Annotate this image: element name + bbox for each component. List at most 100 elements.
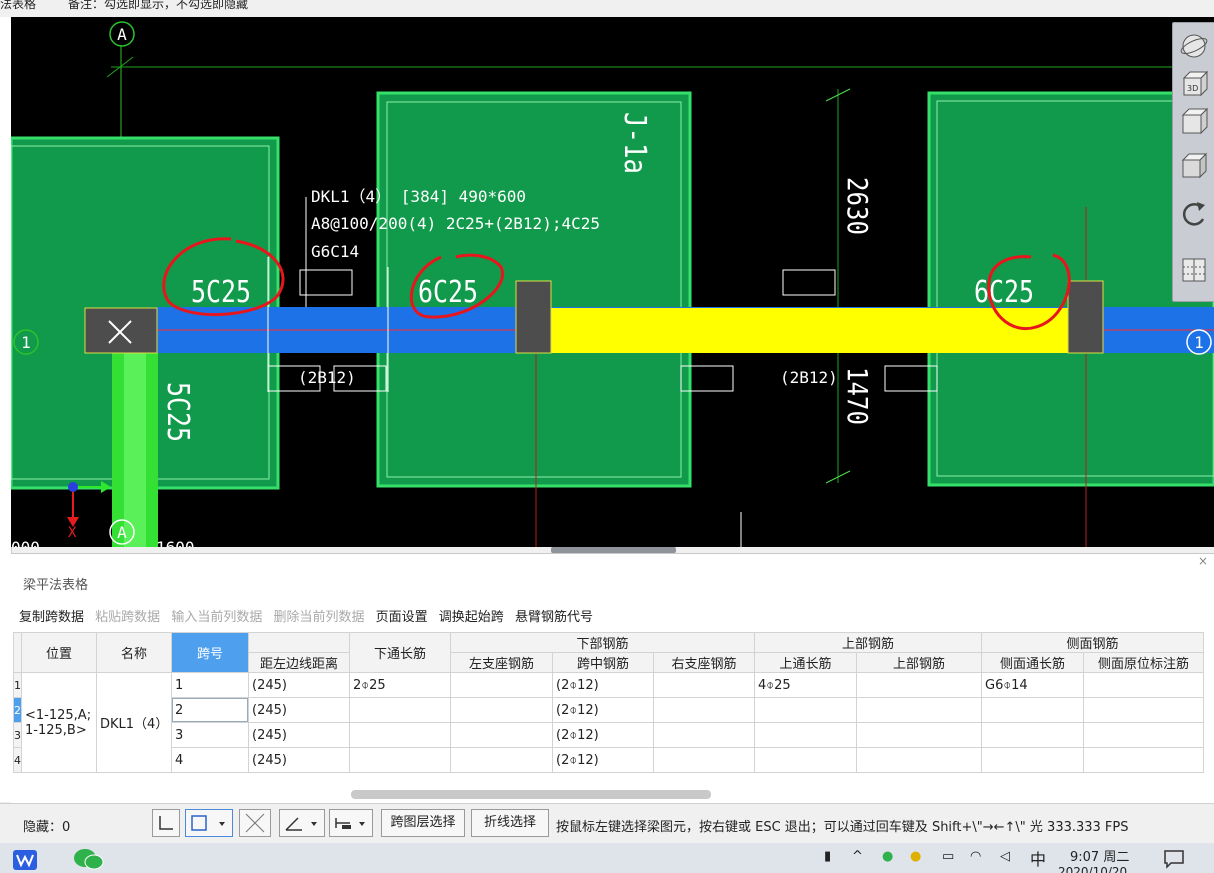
cell-right-support[interactable]	[653, 697, 755, 723]
orbit-icon[interactable]	[1179, 31, 1209, 61]
close-icon[interactable]: ×	[1198, 554, 1208, 568]
column-middle[interactable]	[515, 280, 552, 354]
ortho-mode-icon[interactable]	[152, 809, 180, 837]
cell-span[interactable]: 1	[171, 672, 249, 698]
bottom-dimension-a: 000	[11, 538, 40, 547]
cantilever-code-button[interactable]: 悬臂钢筋代号	[515, 610, 593, 625]
rebar-label-vertical: 5C25	[160, 382, 195, 442]
angle-snap-dropdown[interactable]	[279, 809, 325, 837]
cell-span[interactable]: 3	[171, 722, 249, 748]
volume-icon[interactable]: ◁	[1000, 849, 1010, 864]
cell-name[interactable]: DKL1（4）	[96, 672, 172, 773]
header-span[interactable]: 跨号	[171, 632, 249, 673]
cell-side-original[interactable]	[1083, 672, 1204, 698]
cell-side-original[interactable]	[1083, 722, 1204, 748]
panel-toolbar: 复制跨数据 粘贴跨数据 输入当前列数据 删除当前列数据 页面设置 调换起始跨 悬…	[19, 606, 600, 625]
grid-view-icon[interactable]	[1179, 255, 1209, 285]
cell-side-through[interactable]	[981, 747, 1084, 773]
cell-side-original[interactable]	[1083, 747, 1204, 773]
header-side-rebar: 侧面钢筋	[981, 632, 1204, 653]
cell-bottom-through[interactable]: 2⌽25	[349, 672, 451, 698]
cell-bottom-through[interactable]	[349, 747, 451, 773]
cell-distance[interactable]: (245)	[248, 697, 350, 723]
cell-right-support[interactable]	[653, 722, 755, 748]
cell-upper-rebar[interactable]	[856, 747, 982, 773]
cell-right-support[interactable]	[653, 672, 755, 698]
beam-span-selected[interactable]	[534, 308, 1085, 353]
cell-left-support[interactable]	[450, 697, 553, 723]
row-number[interactable]: 3	[13, 722, 22, 748]
hidden-count: 隐藏：0	[23, 820, 71, 835]
notification-icon[interactable]	[1163, 849, 1185, 869]
rotate-icon[interactable]	[1179, 199, 1209, 229]
cell-upper-through[interactable]	[754, 697, 857, 723]
cell-bottom-through[interactable]	[349, 722, 451, 748]
cube-view-icon[interactable]	[1179, 151, 1209, 181]
cell-upper-through[interactable]	[754, 747, 857, 773]
row-number[interactable]: 1	[13, 672, 22, 698]
copy-span-button[interactable]: 复制跨数据	[19, 610, 84, 625]
wechat-tray-icon[interactable]: ●	[882, 849, 893, 864]
horizontal-scrollbar[interactable]	[351, 790, 711, 799]
view-3d-icon[interactable]: 3D	[1179, 69, 1209, 99]
clock-time[interactable]: 9:07 周二	[1070, 846, 1129, 865]
cross-select-icon[interactable]	[239, 809, 271, 837]
delete-column-button[interactable]: 删除当前列数据	[273, 610, 364, 625]
row-number[interactable]: 2	[13, 697, 22, 723]
cell-upper-through[interactable]: 4⌽25	[754, 672, 857, 698]
cell-right-support[interactable]	[653, 747, 755, 773]
chevron-up-icon[interactable]: ^	[852, 849, 863, 864]
cad-drawing-canvas[interactable]: A A 1 1 DKL1（4） [384] 490*600 A8@100/200…	[11, 17, 1214, 547]
paste-span-button[interactable]: 粘贴跨数据	[95, 610, 160, 625]
column-left[interactable]	[84, 307, 158, 354]
cell-upper-through[interactable]	[754, 722, 857, 748]
clock-date[interactable]: 2020/10/20	[1058, 865, 1127, 873]
table-row[interactable]: 1 <1-125,A;1-125,B> DKL1（4） 1 (245) 2⌽25…	[13, 672, 1204, 773]
svg-text:1: 1	[21, 333, 31, 352]
page-setup-button[interactable]: 页面设置	[376, 610, 428, 625]
cell-side-through[interactable]	[981, 697, 1084, 723]
wechat-icon[interactable]	[72, 847, 106, 871]
cell-upper-rebar[interactable]	[856, 672, 982, 698]
cell-side-through[interactable]: G6⌽14	[981, 672, 1084, 698]
cell-mid-span[interactable]: (2⌽12)	[552, 747, 654, 773]
cross-layer-select-button[interactable]: 跨图层选择	[381, 809, 465, 837]
row-number[interactable]: 4	[13, 747, 22, 773]
table-row[interactable]: 4 4 (245) (2⌽12)	[13, 747, 1204, 773]
cell-upper-rebar[interactable]	[856, 697, 982, 723]
table-row[interactable]: 3 3 (245) (2⌽12)	[13, 722, 1204, 748]
cell-span[interactable]: 2	[171, 697, 249, 723]
cell-distance[interactable]: (245)	[248, 747, 350, 773]
cell-mid-span[interactable]: (2⌽12)	[552, 722, 654, 748]
polyline-select-button[interactable]: 折线选择	[471, 809, 549, 837]
usb-icon[interactable]: ▮	[824, 849, 831, 864]
cell-position[interactable]: <1-125,A;1-125,B>	[21, 672, 97, 773]
cell-bottom-through[interactable]	[349, 697, 451, 723]
tray-app-icon[interactable]: ●	[910, 849, 921, 864]
corner-cell	[13, 632, 22, 673]
bottom-dimension-b: 1600	[156, 538, 195, 547]
cell-mid-span[interactable]: (2⌽12)	[552, 697, 654, 723]
cell-side-original[interactable]	[1083, 697, 1204, 723]
wps-icon[interactable]	[12, 849, 38, 871]
cell-mid-span[interactable]: (2⌽12)	[552, 672, 654, 698]
cell-distance[interactable]: (245)	[248, 672, 350, 698]
switch-start-span-button[interactable]: 调换起始跨	[439, 610, 504, 625]
cell-left-support[interactable]	[450, 747, 553, 773]
offset-dropdown[interactable]	[329, 809, 373, 837]
cell-span[interactable]: 4	[171, 747, 249, 773]
cell-left-support[interactable]	[450, 672, 553, 698]
ime-indicator[interactable]: 中	[1030, 846, 1046, 870]
view-toolbar: 3D	[1172, 22, 1214, 302]
box-view-icon[interactable]	[1179, 107, 1209, 137]
table-row[interactable]: 2 2 (245) (2⌽12)	[13, 697, 1204, 723]
keyboard-icon[interactable]: ▭	[942, 849, 954, 864]
column-right[interactable]	[1067, 280, 1104, 354]
select-mode-dropdown[interactable]	[185, 809, 233, 837]
wifi-icon[interactable]: ◠	[970, 849, 981, 864]
cell-distance[interactable]: (245)	[248, 722, 350, 748]
cell-left-support[interactable]	[450, 722, 553, 748]
input-column-button[interactable]: 输入当前列数据	[171, 610, 262, 625]
cell-upper-rebar[interactable]	[856, 722, 982, 748]
cell-side-through[interactable]	[981, 722, 1084, 748]
